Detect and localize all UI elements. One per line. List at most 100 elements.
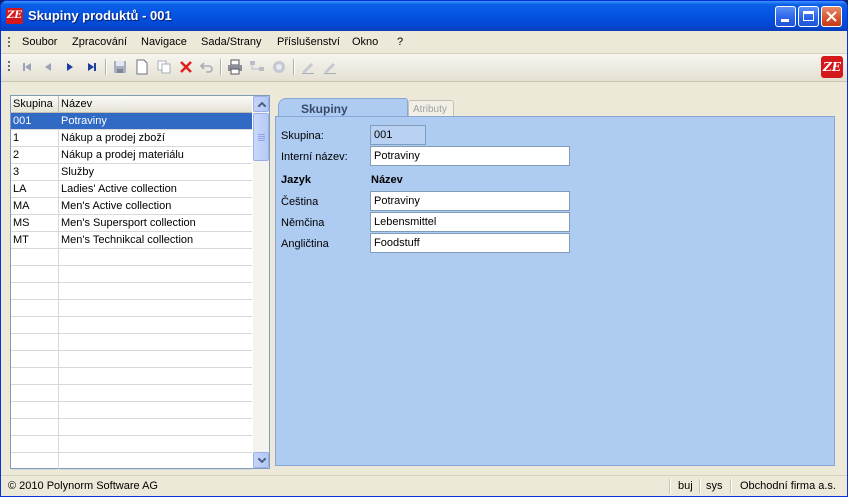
minimize-icon bbox=[781, 19, 789, 22]
table-row[interactable] bbox=[11, 419, 252, 436]
language-field-nemcina[interactable]: Lebensmittel bbox=[370, 212, 570, 232]
row-divider bbox=[58, 351, 59, 367]
status-separator bbox=[730, 479, 732, 494]
table-row[interactable] bbox=[11, 317, 252, 334]
status-db: sys bbox=[706, 480, 723, 492]
menu-grip[interactable] bbox=[8, 37, 10, 48]
table-row[interactable] bbox=[11, 453, 252, 470]
table-row[interactable] bbox=[11, 283, 252, 300]
prev-record-icon[interactable] bbox=[40, 59, 56, 75]
row-code: 1 bbox=[13, 132, 20, 144]
row-divider bbox=[58, 334, 59, 350]
row-name: Nákup a prodej zboží bbox=[61, 132, 165, 144]
last-record-icon[interactable] bbox=[84, 59, 100, 75]
chevron-down-icon bbox=[258, 458, 266, 463]
next-record-icon[interactable] bbox=[62, 59, 78, 75]
table-row[interactable] bbox=[11, 436, 252, 453]
app-logo-icon[interactable]: ZE bbox=[6, 8, 23, 24]
column-header-nazev[interactable]: Název bbox=[61, 98, 92, 110]
table-row[interactable]: 001 Potraviny bbox=[11, 113, 252, 130]
status-company: Obchodní firma a.s. bbox=[740, 480, 836, 492]
scroll-thumb[interactable] bbox=[253, 113, 269, 161]
row-code: MS bbox=[13, 217, 30, 229]
edit-icon[interactable] bbox=[300, 59, 316, 75]
undo-icon[interactable] bbox=[199, 59, 215, 75]
row-divider bbox=[58, 147, 59, 163]
scroll-down-button[interactable] bbox=[253, 452, 269, 468]
table-row[interactable] bbox=[11, 385, 252, 402]
table-row[interactable]: 2 Nákup a prodej materiálu bbox=[11, 147, 252, 164]
first-record-icon[interactable] bbox=[19, 59, 35, 75]
row-divider bbox=[58, 164, 59, 180]
row-divider bbox=[58, 402, 59, 418]
menu-sada-strany[interactable]: Sada/Strany bbox=[201, 36, 262, 48]
tab-skupiny-produktu[interactable]: Skupiny produktů bbox=[278, 98, 408, 130]
menu-soubor[interactable]: Soubor bbox=[22, 36, 57, 48]
language-field-cestina[interactable]: Potraviny bbox=[370, 191, 570, 211]
close-icon bbox=[826, 11, 837, 22]
menu-navigace[interactable]: Navigace bbox=[141, 36, 187, 48]
chevron-up-icon bbox=[258, 102, 266, 107]
status-separator bbox=[669, 479, 671, 494]
table-row[interactable]: MT Men's Technikcal collection bbox=[11, 232, 252, 249]
scroll-up-button[interactable] bbox=[253, 96, 269, 112]
print-icon[interactable] bbox=[227, 59, 243, 75]
language-field-anglictina[interactable]: Foodstuff bbox=[370, 233, 570, 253]
close-button[interactable] bbox=[821, 6, 842, 27]
menu-okno[interactable]: Okno bbox=[352, 36, 378, 48]
row-code: 3 bbox=[13, 166, 20, 178]
table-row[interactable] bbox=[11, 266, 252, 283]
product-group-list[interactable]: Skupina Název 001 Potraviny 1 Nákup a prode… bbox=[10, 95, 270, 470]
table-row[interactable] bbox=[11, 351, 252, 368]
row-divider bbox=[58, 317, 59, 333]
table-row[interactable]: 3 Služby bbox=[11, 164, 252, 181]
skupina-label: Skupina: bbox=[281, 130, 324, 142]
list-scrollbar[interactable] bbox=[253, 96, 269, 468]
title-bar[interactable]: ZE Skupiny produktů - 001 bbox=[1, 1, 847, 31]
menu-zpracovani[interactable]: Zpracování bbox=[72, 36, 127, 48]
new-icon[interactable] bbox=[134, 59, 150, 75]
save-icon[interactable] bbox=[112, 59, 128, 75]
status-bar: © 2010 Polynorm Software AG buj sys Obch… bbox=[1, 475, 847, 496]
tree-icon[interactable] bbox=[249, 59, 265, 75]
tab-atributy[interactable]: Atributy bbox=[408, 100, 454, 117]
language-label-cestina: Čeština bbox=[281, 196, 319, 208]
toolbar-grip[interactable] bbox=[8, 61, 10, 72]
row-code: MT bbox=[13, 234, 29, 246]
column-divider[interactable] bbox=[58, 96, 59, 112]
maximize-button[interactable] bbox=[798, 6, 819, 27]
row-name: Potraviny bbox=[61, 115, 107, 127]
row-code: MA bbox=[13, 200, 30, 212]
toolbar-separator bbox=[105, 59, 107, 75]
brand-logo-icon[interactable]: ZE bbox=[821, 56, 843, 78]
row-divider bbox=[58, 249, 59, 265]
copy-icon[interactable] bbox=[156, 59, 172, 75]
menu-prislusenstvi[interactable]: Příslušenství bbox=[277, 36, 340, 48]
row-divider bbox=[58, 113, 59, 129]
row-name: Men's Active collection bbox=[61, 200, 172, 212]
table-row[interactable]: LA Ladies' Active collection bbox=[11, 181, 252, 198]
delete-icon[interactable] bbox=[178, 59, 194, 75]
window-title: Skupiny produktů - 001 bbox=[28, 8, 172, 23]
row-divider bbox=[58, 419, 59, 435]
skupina-field[interactable]: 001 bbox=[370, 125, 426, 145]
edit-alt-icon[interactable] bbox=[322, 59, 338, 75]
table-row[interactable]: MS Men's Supersport collection bbox=[11, 215, 252, 232]
table-row[interactable]: MA Men's Active collection bbox=[11, 198, 252, 215]
table-row[interactable] bbox=[11, 249, 252, 266]
minimize-button[interactable] bbox=[775, 6, 796, 27]
status-copyright: © 2010 Polynorm Software AG bbox=[8, 480, 158, 492]
interni-nazev-field[interactable]: Potraviny bbox=[370, 146, 570, 166]
stop-icon[interactable] bbox=[271, 59, 287, 75]
row-name: Nákup a prodej materiálu bbox=[61, 149, 184, 161]
table-row[interactable]: 1 Nákup a prodej zboží bbox=[11, 130, 252, 147]
column-header-skupina[interactable]: Skupina bbox=[13, 98, 53, 110]
language-label-nemcina: Němčina bbox=[281, 217, 325, 229]
table-row[interactable] bbox=[11, 300, 252, 317]
list-rows: 001 Potraviny 1 Nákup a prodej zboží 2 Nákup … bbox=[11, 113, 252, 470]
row-divider bbox=[58, 283, 59, 299]
table-row[interactable] bbox=[11, 368, 252, 385]
table-row[interactable] bbox=[11, 402, 252, 419]
table-row[interactable] bbox=[11, 334, 252, 351]
menu-help[interactable]: ? bbox=[397, 36, 403, 48]
